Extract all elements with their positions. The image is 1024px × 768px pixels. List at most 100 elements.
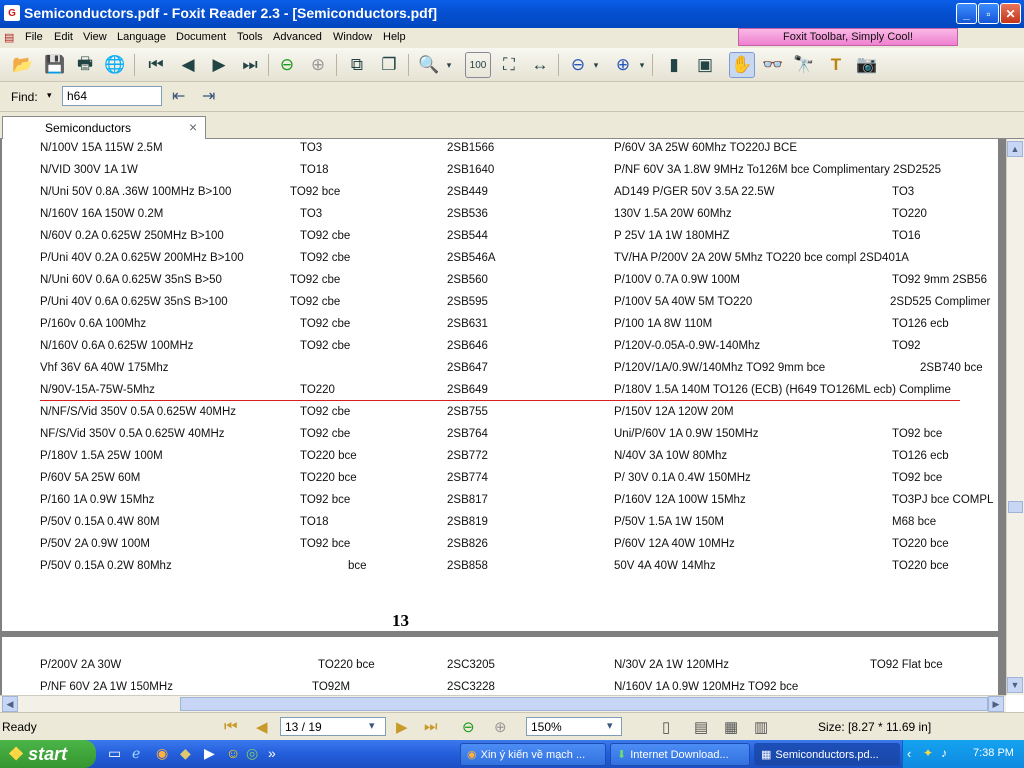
continuous-facing-icon[interactable]: ▥	[754, 718, 768, 736]
tray-expand-icon[interactable]: ‹	[907, 746, 911, 761]
copy-page-icon[interactable]: ⧉	[344, 52, 370, 78]
tab-close-icon[interactable]: ×	[189, 119, 197, 135]
media-player-icon[interactable]: ▶	[204, 745, 215, 762]
quicklaunch-more-icon[interactable]: »	[268, 745, 276, 761]
zoom-out-dropdown-icon[interactable]: ▾	[590, 52, 602, 78]
menu-window[interactable]: Window	[333, 31, 372, 43]
task-semiconductors[interactable]: ▦ Semiconductors.pd...	[754, 743, 900, 766]
menu-advanced[interactable]: Advanced	[273, 31, 322, 43]
task-label: Xin ý kiến về mạch ...	[480, 748, 586, 761]
vertical-scroll-thumb[interactable]	[1008, 501, 1023, 513]
tab-semiconductors[interactable]: Semiconductors ×	[2, 116, 206, 139]
hand-tool-icon[interactable]: ✋	[729, 52, 755, 78]
document-menu-icon[interactable]: ▤	[4, 31, 14, 44]
table-cell: 2SB772	[447, 450, 488, 462]
open-folder-icon[interactable]: 📂	[10, 52, 36, 78]
back-icon[interactable]: ⊖	[274, 52, 300, 78]
menu-help[interactable]: Help	[383, 31, 406, 43]
network-icon[interactable]: ✦	[923, 746, 933, 760]
back-icon[interactable]: ⊖	[462, 718, 475, 736]
foxit-quick-icon[interactable]: ◆	[180, 745, 191, 762]
single-page-icon[interactable]: ▯	[662, 718, 670, 736]
table-cell: 2SC3228	[447, 681, 495, 693]
scroll-down-icon[interactable]: ▼	[1007, 677, 1023, 693]
scroll-left-icon[interactable]: ◀	[2, 696, 18, 712]
zoom-box[interactable]: 150% ▾	[526, 717, 622, 736]
menu-document[interactable]: Document	[176, 31, 226, 43]
fit-width-icon[interactable]: ↔	[527, 52, 553, 78]
menu-file[interactable]: File	[25, 31, 43, 43]
messenger-icon[interactable]: ☺	[226, 745, 240, 761]
foxit-toolbar-banner[interactable]: Foxit Toolbar, Simply Cool!	[738, 28, 958, 46]
first-page-icon[interactable]: ⏮	[143, 52, 169, 78]
menu-view[interactable]: View	[83, 31, 107, 43]
copy-icon[interactable]: ❐	[376, 52, 402, 78]
menu-edit[interactable]: Edit	[54, 31, 73, 43]
first-page-icon[interactable]: ⏮	[224, 718, 238, 735]
table-cell: 2SB544	[447, 230, 488, 242]
tab-label: Semiconductors	[45, 121, 132, 135]
last-page-icon[interactable]: ⏭	[237, 52, 263, 78]
previous-page-icon[interactable]: ◀	[256, 718, 268, 736]
table-cell: TO92 cbe	[300, 428, 351, 440]
scroll-up-icon[interactable]: ▲	[1007, 141, 1023, 157]
vertical-scrollbar[interactable]: ▲ ▼	[1006, 139, 1024, 695]
forward-icon[interactable]: ⊕	[494, 718, 507, 736]
find-previous-icon[interactable]: ⇤	[172, 86, 185, 106]
table-cell: 2SB740 bce	[920, 362, 983, 374]
page-size: Size: [8.27 * 11.69 in]	[818, 720, 932, 734]
volume-icon[interactable]: ♪	[941, 746, 947, 760]
task-internet-download[interactable]: ⬇ Internet Download...	[610, 743, 750, 766]
continuous-page-icon[interactable]: ▤	[694, 718, 708, 736]
zoom-dropdown-icon[interactable]: ▾	[443, 52, 455, 78]
snapshot-icon[interactable]: 📷	[854, 52, 880, 78]
table-cell: TO16	[892, 230, 921, 242]
horizontal-scroll-thumb[interactable]	[180, 697, 988, 711]
page-panel-icon[interactable]: ▣	[692, 52, 718, 78]
save-icon[interactable]: 💾	[42, 52, 68, 78]
page-dropdown-icon[interactable]: ▾	[369, 719, 375, 732]
find-next-icon[interactable]: ⇥	[202, 86, 215, 106]
typewriter-icon[interactable]: T	[823, 52, 849, 78]
document-view[interactable]: N/100V 15A 115W 2.5M TO3 2SB1566 P/60V 3A 2…	[0, 139, 1006, 695]
facing-page-icon[interactable]: ▦	[724, 718, 738, 736]
skype-icon[interactable]: ◎	[246, 745, 258, 762]
zoom-dropdown-icon[interactable]: ▾	[607, 719, 613, 732]
maximize-button[interactable]: ▫	[978, 3, 999, 24]
start-button[interactable]: ❖ start	[0, 740, 96, 768]
zoom-plus-dropdown-icon[interactable]: ▾	[636, 52, 648, 78]
table-cell: TO220	[300, 384, 335, 396]
next-page-icon[interactable]: ▶	[206, 52, 232, 78]
find-input[interactable]	[62, 86, 162, 106]
previous-page-icon[interactable]: ◀	[175, 52, 201, 78]
text-select-icon[interactable]: 👓	[760, 52, 786, 78]
scroll-right-icon[interactable]: ▶	[988, 696, 1004, 712]
zoom-out-icon[interactable]: ⊖	[565, 52, 591, 78]
highlight-line	[40, 400, 960, 401]
zoom-in-icon[interactable]: 🔍	[416, 52, 442, 78]
show-desktop-icon[interactable]: ▭	[108, 745, 121, 762]
internet-explorer-icon[interactable]: ℯ	[132, 745, 140, 762]
last-page-icon[interactable]: ⏭	[424, 718, 438, 735]
firefox-icon[interactable]: ◉	[156, 745, 168, 762]
close-button[interactable]: ✕	[1000, 3, 1021, 24]
find-options-icon[interactable]: ▾	[47, 90, 52, 101]
menu-language[interactable]: Language	[117, 31, 166, 43]
bookmark-panel-icon[interactable]: ▮	[661, 52, 687, 78]
print-icon[interactable]: 🖶	[72, 52, 98, 78]
table-cell: P/50V 0.15A 0.4W 80M	[40, 516, 160, 528]
table-cell: TO92	[892, 340, 921, 352]
minimize-button[interactable]: _	[956, 3, 977, 24]
zoom-plus-icon[interactable]: ⊕	[610, 52, 636, 78]
forward-icon[interactable]: ⊕	[305, 52, 331, 78]
fit-page-icon[interactable]: ⛶	[496, 52, 522, 78]
actual-size-icon[interactable]: 100	[465, 52, 491, 78]
horizontal-scrollbar[interactable]: ◀ ▶	[0, 695, 1006, 712]
table-cell: 2SB826	[447, 538, 488, 550]
page-number-box[interactable]: 13 / 19 ▾	[280, 717, 386, 736]
next-page-icon[interactable]: ▶	[396, 718, 408, 736]
task-xin-y-kien[interactable]: ◉ Xin ý kiến về mạch ...	[460, 743, 606, 766]
menu-tools[interactable]: Tools	[237, 31, 263, 43]
find-binoculars-icon[interactable]: 🔭	[791, 52, 817, 78]
globe-icon[interactable]: 🌐	[102, 52, 128, 78]
